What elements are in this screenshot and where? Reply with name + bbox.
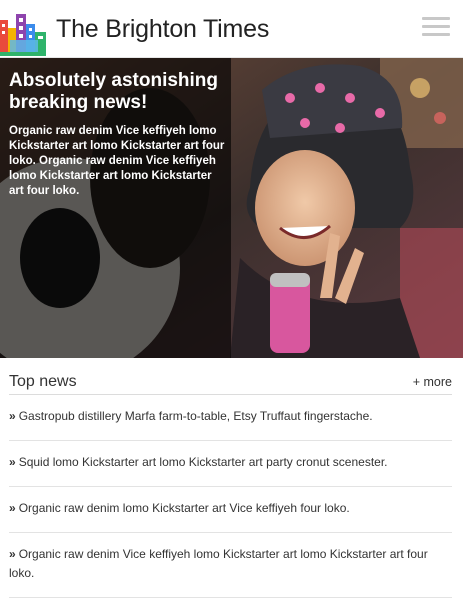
hero-feature[interactable]: Absolutely astonishing breaking news! Or… <box>0 58 463 358</box>
top-news-section: Top news + more » Gastropub distillery Ma… <box>9 370 452 598</box>
news-item-text: Squid lomo Kickstarter art lomo Kickstar… <box>18 455 388 469</box>
city-skyline-icon[interactable] <box>0 10 46 56</box>
bullet: » <box>9 409 16 423</box>
menu-bar <box>422 33 450 36</box>
bullet: » <box>9 547 16 561</box>
hamburger-menu-icon[interactable] <box>422 17 450 39</box>
news-list-item[interactable]: » Squid lomo Kickstarter art lomo Kicksta… <box>9 441 452 487</box>
hero-excerpt: Organic raw denim Vice keffiyeh lomo Kic… <box>9 125 225 197</box>
news-list-item[interactable]: » Gastropub distillery Marfa farm-to-tabl… <box>9 395 452 441</box>
menu-bar <box>422 25 450 28</box>
bullet: » <box>9 455 16 469</box>
hero-headline[interactable]: Absolutely astonishing breaking news! <box>9 70 221 114</box>
section-title: Top news <box>9 373 77 390</box>
more-link[interactable]: + more <box>413 375 452 389</box>
site-title[interactable]: The Brighton Times <box>56 15 269 44</box>
bullet: » <box>9 501 16 515</box>
site-header: The Brighton Times <box>0 0 463 58</box>
top-news-header: Top news + more <box>9 370 452 395</box>
news-item-text: Gastropub distillery Marfa farm-to-table… <box>18 409 373 423</box>
news-item-text: Organic raw denim lomo Kickstarter art V… <box>18 501 350 515</box>
menu-bar <box>422 17 450 20</box>
news-list-item[interactable]: » Organic raw denim Vice keffiyeh lomo Ki… <box>9 533 452 598</box>
news-item-text: Organic raw denim Vice keffiyeh lomo Kic… <box>9 547 428 580</box>
news-list-item[interactable]: » Organic raw denim lomo Kickstarter art … <box>9 487 452 533</box>
